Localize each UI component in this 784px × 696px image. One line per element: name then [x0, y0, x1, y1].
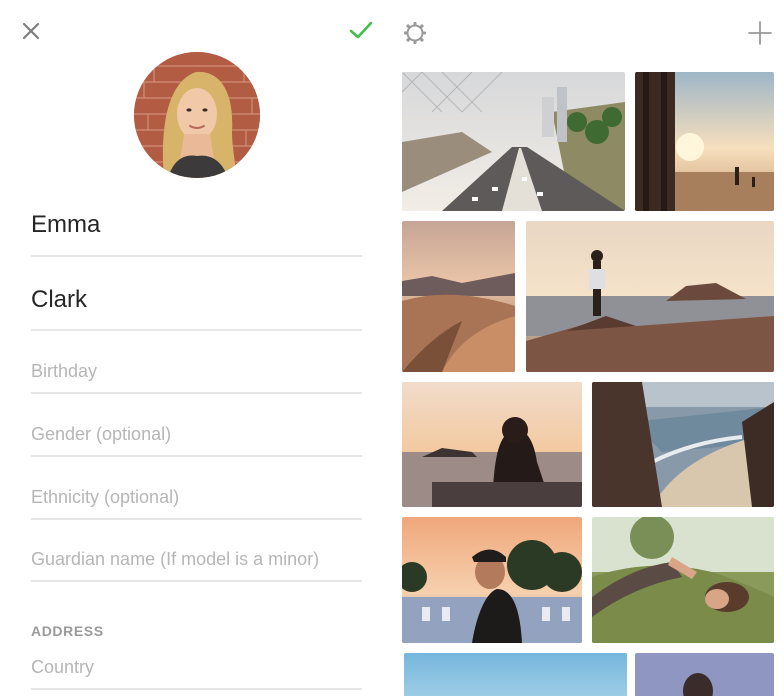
- checkmark-icon: [349, 21, 373, 39]
- guardian-name-placeholder: Guardian name (If model is a minor): [31, 549, 320, 569]
- birthday-placeholder: Birthday: [31, 361, 98, 381]
- photo-person-portrait-blue[interactable]: [635, 653, 774, 696]
- photo-woman-sunset-sea[interactable]: [402, 382, 582, 507]
- plus-icon: [748, 21, 772, 45]
- avatar-image: [134, 52, 260, 178]
- photo-gallery-panel: [392, 0, 784, 696]
- add-photo-button[interactable]: [747, 20, 773, 46]
- photo-man-with-cap[interactable]: [402, 517, 582, 643]
- confirm-button[interactable]: [347, 16, 375, 44]
- ethnicity-placeholder: Ethnicity (optional): [31, 487, 180, 507]
- photo-highway-city[interactable]: [402, 72, 625, 211]
- avatar[interactable]: [134, 52, 260, 178]
- photo-woman-lying-grass[interactable]: [592, 517, 774, 643]
- address-section-label: ADDRESS: [31, 623, 104, 639]
- last-name-value: Clark: [31, 286, 88, 313]
- gear-icon: [404, 22, 426, 44]
- photo-person-on-rocks-ocean[interactable]: [526, 221, 774, 372]
- country-field[interactable]: Country: [31, 655, 362, 690]
- gender-field[interactable]: Gender (optional): [31, 420, 362, 457]
- close-icon: [22, 22, 40, 40]
- settings-button[interactable]: [402, 20, 428, 46]
- ethnicity-field[interactable]: Ethnicity (optional): [31, 483, 362, 520]
- last-name-field[interactable]: Clark: [31, 278, 362, 331]
- gender-placeholder: Gender (optional): [31, 424, 172, 444]
- guardian-name-field[interactable]: Guardian name (If model is a minor): [31, 545, 362, 582]
- photo-blue-sky[interactable]: [404, 653, 627, 696]
- first-name-field[interactable]: Emma: [31, 205, 362, 257]
- first-name-value: Emma: [31, 211, 101, 238]
- photo-coastal-cliffs[interactable]: [592, 382, 774, 507]
- photo-beach-pier-sunset[interactable]: [635, 72, 774, 211]
- close-button[interactable]: [18, 18, 44, 44]
- birthday-field[interactable]: Birthday: [31, 357, 362, 394]
- profile-form-panel: Emma Clark Birthday Gender (optional) Et…: [0, 0, 392, 696]
- photo-desert-dunes[interactable]: [402, 221, 515, 372]
- country-placeholder: Country: [31, 657, 95, 677]
